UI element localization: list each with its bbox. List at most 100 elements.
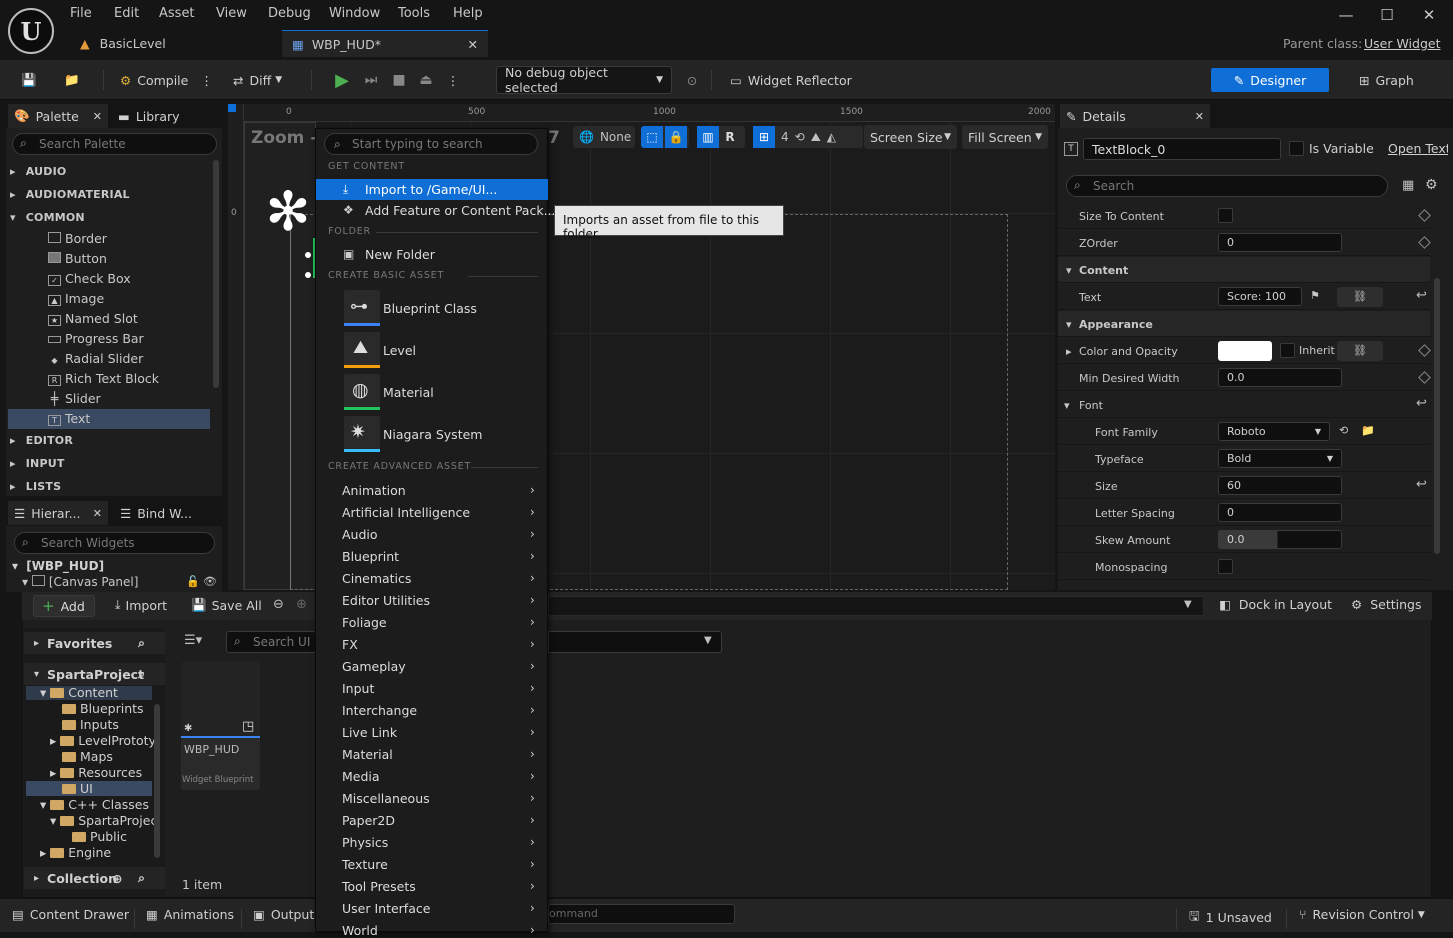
palette-item-radial-slider[interactable]: ◆ Radial Slider [48, 351, 143, 366]
tab-bind-widgets[interactable]: ☰ Bind W... [114, 501, 198, 525]
revision-control-button[interactable]: ⑂ Revision Control ▼ [1299, 907, 1425, 922]
palette-item-border[interactable]: Border [48, 231, 107, 246]
typeface-select[interactable]: Bold ▼ [1218, 449, 1342, 468]
save-all-button[interactable]: 💾 Save All [191, 597, 262, 613]
palette-item-rich-text-block[interactable]: R Rich Text Block [48, 371, 159, 386]
menu-item-tool-presets[interactable]: Tool Presets [342, 879, 416, 894]
keyframe-diamond-icon[interactable] [1418, 344, 1431, 357]
menu-file[interactable]: File [70, 6, 92, 21]
dock-in-layout-button[interactable]: ◧ Dock in Layout [1219, 597, 1332, 612]
close-tab-icon[interactable]: ✕ [93, 110, 102, 123]
reset-arrow-icon[interactable]: ↩ [1416, 477, 1427, 492]
play-icon[interactable]: ▶ [330, 68, 354, 92]
minimize-icon[interactable]: — [1332, 4, 1360, 26]
category-input[interactable]: ▸ INPUT [10, 457, 65, 470]
favorites-header[interactable]: ▸ Favorites ⌕ [24, 632, 165, 654]
debug-find-icon[interactable]: ⊙ [682, 68, 702, 92]
menu-item-new-folder[interactable]: New Folder [365, 247, 435, 262]
palette-item-check-box[interactable]: ✓ Check Box [48, 271, 131, 286]
console-command-input[interactable]: ommand [548, 904, 735, 924]
section-content[interactable]: ▾ Content [1058, 257, 1430, 283]
reset-arrow-icon[interactable]: ↩ [1416, 288, 1427, 303]
open-text-link[interactable]: Open Text [1388, 141, 1448, 156]
details-search-input[interactable]: ⌕ Search [1066, 175, 1388, 197]
color-swatch[interactable] [1218, 341, 1272, 361]
category-audiomaterial[interactable]: ▸ AUDIOMATERIAL [10, 188, 130, 201]
diff-button[interactable]: ⇄ Diff ▼ [233, 68, 282, 92]
tab-palette[interactable]: 🎨 Palette ✕ [8, 104, 108, 128]
settings-gear-icon[interactable]: ⚙ [1425, 177, 1438, 193]
parent-class-link[interactable]: User Widget [1364, 36, 1440, 51]
lock-icon[interactable]: 🔒 [665, 126, 687, 148]
menu-item-interchange[interactable]: Interchange [342, 703, 417, 718]
palette-item-text[interactable]: T Text [48, 411, 90, 426]
keyframe-diamond-icon[interactable] [1418, 209, 1431, 222]
stop-icon[interactable]: ■ [387, 68, 411, 92]
marquee-icon[interactable]: ⬚ [641, 126, 663, 148]
close-tab-icon[interactable]: ✕ [1195, 110, 1204, 123]
skew-amount-slider[interactable]: 0.0 [1218, 530, 1342, 549]
maximize-icon[interactable]: ☐ [1373, 4, 1401, 26]
menu-item-user-interface[interactable]: User Interface [342, 901, 430, 916]
folder-public[interactable]: Public [72, 829, 127, 844]
tab-wbp-hud[interactable]: ▦ WBP_HUD* ✕ [282, 30, 488, 57]
menu-item-input[interactable]: Input [342, 681, 374, 696]
folder-maps[interactable]: Maps [62, 749, 113, 764]
anchor-flower-icon[interactable]: ✻ [257, 180, 319, 243]
palette-item-button[interactable]: Button [48, 251, 107, 266]
menu-item-live-link[interactable]: Live Link [342, 725, 397, 740]
size-to-content-checkbox[interactable] [1218, 208, 1233, 223]
menu-item-texture[interactable]: Texture [342, 857, 388, 872]
folder-ui[interactable]: UI [62, 781, 93, 796]
compile-button[interactable]: ⚙ Compile ⋮ [120, 68, 213, 92]
category-lists[interactable]: ▸ LISTS [10, 480, 61, 493]
asset-search-input[interactable]: ⌕ Search UI [226, 631, 316, 653]
image-icon[interactable]: ⛰ [811, 130, 821, 145]
palette-item-image[interactable]: ▲ Image [48, 291, 104, 306]
widget-reflector-button[interactable]: ▭ Widget Reflector [730, 68, 852, 92]
table-view-icon[interactable]: ▦ [1402, 178, 1414, 193]
monospacing-checkbox[interactable] [1218, 559, 1233, 574]
save-icon[interactable]: 💾 [18, 68, 40, 92]
keyframe-diamond-icon[interactable] [1418, 236, 1431, 249]
layout-icon[interactable]: ▥ [697, 126, 719, 148]
category-editor[interactable]: ▸ EDITOR [10, 434, 73, 447]
grid-size-label[interactable]: 4 [781, 130, 789, 144]
fill-screen-select[interactable]: Fill Screen ▼ [962, 125, 1048, 149]
filter-icon[interactable]: ☰▾ [184, 633, 202, 648]
collection-header[interactable]: ▸ Collection ⊕ ⌕ [24, 867, 165, 889]
output-log-button[interactable]: ▣ Output l [253, 907, 322, 922]
section-font[interactable]: ▾ Font ↩ [1058, 392, 1430, 418]
debug-object-select[interactable]: No debug object selected ▼ [496, 65, 672, 95]
menu-item-miscellaneous[interactable]: Miscellaneous [342, 791, 430, 806]
menu-item-import[interactable]: Import to /Game/UI... [365, 182, 497, 197]
unreal-logo-icon[interactable]: U [8, 8, 54, 54]
folder-levelprototype[interactable]: ▸ LevelPrototy [50, 733, 154, 748]
tab-basiclevel[interactable]: ▲ BasicLevel [70, 30, 282, 57]
category-common[interactable]: ▾ COMMON [10, 211, 85, 224]
category-audio[interactable]: ▸ AUDIO [10, 165, 66, 178]
palette-item-progress-bar[interactable]: Progress Bar [48, 331, 144, 346]
more-options-icon[interactable]: ⋮ [200, 73, 213, 88]
menu-item-media[interactable]: Media [342, 769, 380, 784]
menu-item-foliage[interactable]: Foliage [342, 615, 387, 630]
resize-handle[interactable] [305, 272, 311, 278]
search-icon[interactable]: ⌕ [138, 635, 145, 651]
font-family-select[interactable]: Roboto ▼ [1218, 422, 1330, 441]
content-settings-button[interactable]: ⚙ Settings [1351, 597, 1422, 612]
localize-flag-icon[interactable]: ⚑ [1310, 289, 1320, 302]
localize-preview-button[interactable]: 🌐 None [573, 126, 635, 148]
menu-search-input[interactable]: ⌕ Start typing to search [324, 133, 538, 155]
menu-item-paper2d[interactable]: Paper2D [342, 813, 395, 828]
search-icon[interactable]: ⌕ [138, 870, 145, 886]
menu-view[interactable]: View [216, 6, 247, 21]
folder-blueprints[interactable]: Blueprints [62, 701, 144, 716]
menu-edit[interactable]: Edit [114, 6, 139, 21]
folder-content[interactable]: ▾ Content [40, 685, 118, 700]
details-scrollbar[interactable] [1434, 278, 1440, 554]
add-collection-icon[interactable]: ⊕ [112, 871, 122, 886]
folder-engine[interactable]: ▸ Engine [40, 845, 111, 860]
menu-item-material[interactable]: Material [383, 385, 434, 400]
palette-search-input[interactable]: ⌕ Search Palette [12, 133, 217, 155]
forward-arrow-icon[interactable]: ⊕ [296, 597, 307, 612]
